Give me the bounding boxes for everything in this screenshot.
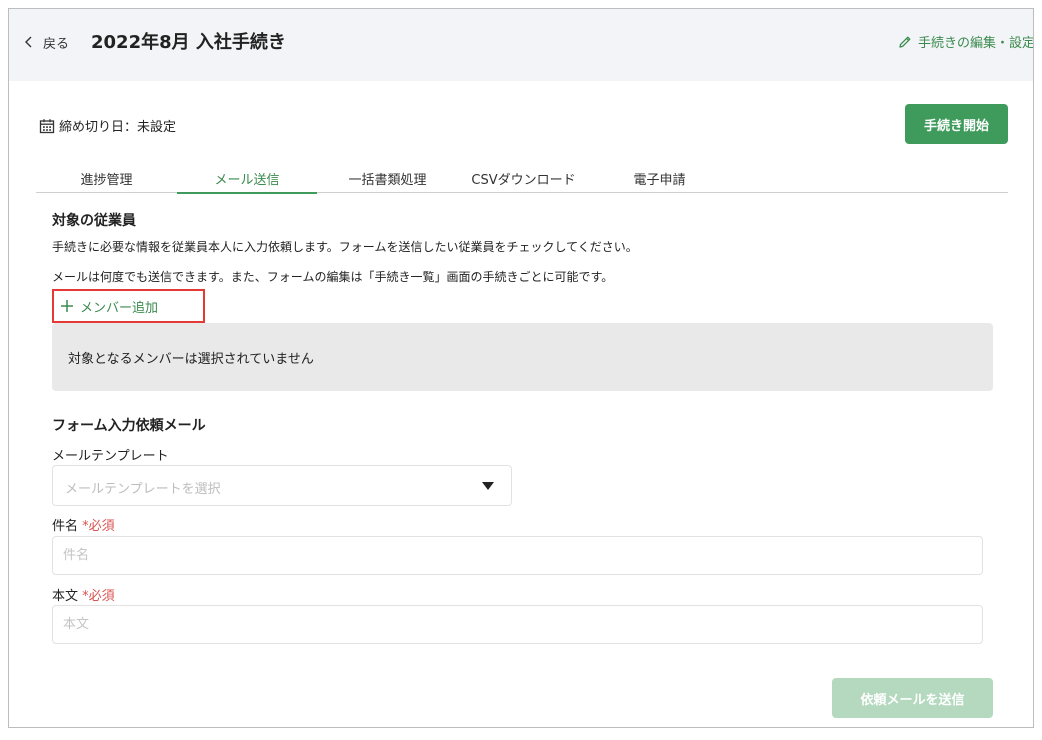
chevron-left-icon — [25, 36, 32, 48]
subject-input[interactable] — [52, 536, 983, 575]
employees-description-2: メールは何度でも送信できます。また、フォームの編集は「手続き一覧」画面の手続きご… — [52, 270, 614, 284]
app-window: 戻る 2022年8月 入社手続き 手続きの編集・設定 締め切り日：未設定 手続き… — [8, 8, 1034, 728]
template-placeholder: メールテンプレートを選択 — [65, 482, 221, 497]
calendar-icon — [39, 118, 55, 133]
template-select[interactable]: メールテンプレートを選択 — [52, 465, 512, 506]
body-label-text: 本文 — [52, 589, 79, 604]
body-input[interactable] — [52, 605, 983, 644]
caret-down-icon — [482, 482, 494, 490]
empty-message: 対象となるメンバーは選択されていません — [68, 352, 314, 367]
add-member-button[interactable]: メンバー追加 — [52, 289, 205, 323]
page-title: 2022年8月 入社手続き — [91, 32, 286, 53]
body-required-mark: *必須 — [82, 589, 115, 604]
edit-procedure-link[interactable]: 手続きの編集・設定 — [898, 32, 1034, 51]
edit-procedure-label: 手続きの編集・設定 — [917, 36, 1034, 51]
tab-mail[interactable]: メール送信 — [177, 163, 317, 194]
tab-bulk-documents[interactable]: 一括書類処理 — [317, 163, 458, 193]
subject-required-mark: *必須 — [82, 519, 115, 534]
subject-label-text: 件名 — [52, 519, 79, 534]
back-label: 戻る — [43, 36, 70, 52]
employees-description-1: 手続きに必要な情報を従業員本人に入力依頼します。フォームを送信したい従業員をチェ… — [52, 240, 638, 254]
body-label: 本文 *必須 — [52, 585, 115, 604]
pencil-icon — [899, 36, 911, 48]
page-header: 戻る 2022年8月 入社手続き 手続きの編集・設定 — [9, 9, 1034, 81]
deadline: 締め切り日：未設定 — [39, 116, 176, 135]
tab-e-application[interactable]: 電子申請 — [589, 163, 730, 193]
plus-icon — [61, 300, 73, 312]
send-request-mail-button[interactable]: 依頼メールを送信 — [832, 678, 993, 718]
mail-section-title: フォーム入力依頼メール — [52, 418, 206, 434]
employees-section-title: 対象の従業員 — [52, 213, 136, 229]
add-member-label: メンバー追加 — [80, 300, 159, 316]
deadline-label: 締め切り日：未設定 — [59, 120, 177, 135]
back-button[interactable]: 戻る — [23, 31, 69, 53]
subject-label: 件名 *必須 — [52, 515, 115, 534]
start-procedure-button[interactable]: 手続き開始 — [905, 104, 1008, 144]
tab-bar: 進捗管理 メール送信 一括書類処理 CSVダウンロード 電子申請 — [36, 163, 1008, 194]
tab-progress[interactable]: 進捗管理 — [36, 163, 177, 193]
member-list-empty: 対象となるメンバーは選択されていません — [52, 323, 993, 391]
template-label: メールテンプレート — [52, 449, 169, 464]
tab-csv-download[interactable]: CSVダウンロード — [458, 163, 589, 193]
